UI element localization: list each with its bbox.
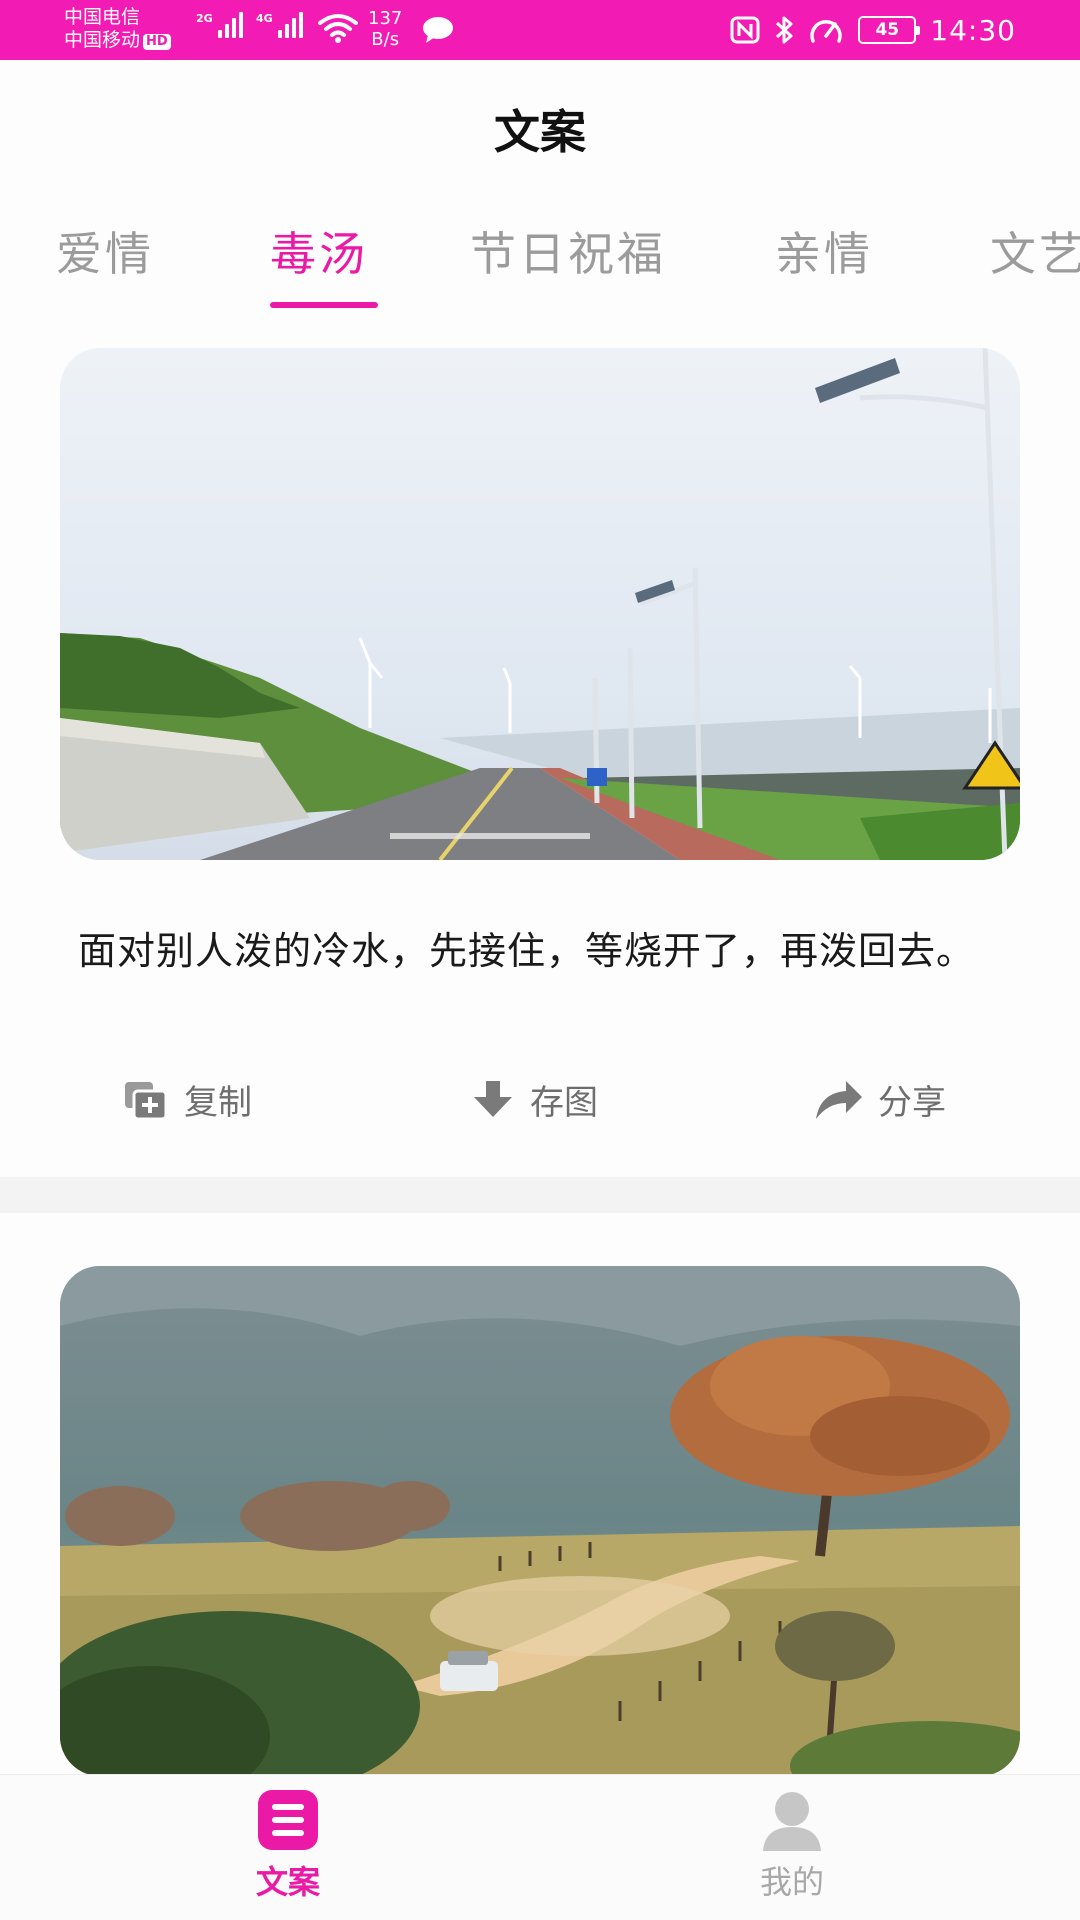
net-speed: 137 B/s xyxy=(368,8,402,50)
bluetooth-icon xyxy=(774,15,794,45)
bottom-nav: 文案 我的 xyxy=(0,1774,1080,1920)
signal-1-tag: 2G xyxy=(196,12,213,25)
tab-love[interactable]: 爱情 xyxy=(56,218,154,284)
copy-icon xyxy=(122,1079,170,1121)
card-separator xyxy=(0,1177,1080,1213)
hd-badge: HD xyxy=(143,34,171,50)
active-tab-indicator xyxy=(270,302,378,308)
tab-family[interactable]: 亲情 xyxy=(775,218,873,284)
carrier-2-row: 中国移动 HD xyxy=(64,29,171,52)
card-actions: 复制 存图 分享 xyxy=(0,1075,1080,1135)
speedometer-icon xyxy=(808,15,844,45)
copy-label: 复制 xyxy=(184,1083,252,1123)
copy-button[interactable]: 复制 xyxy=(122,1075,252,1124)
card-image-coastal-road[interactable] xyxy=(60,348,1020,860)
signal-icon: 2G xyxy=(196,12,243,38)
card-quote: 面对别人泼的冷水，先接住，等烧开了，再泼回去。 xyxy=(78,929,976,973)
nav-label-copywriting: 文案 xyxy=(255,1863,320,1901)
status-bar: 中国电信 中国移动 HD 2G 4G 137 B/s 45 14:30 xyxy=(0,0,1080,60)
battery-icon: 45 xyxy=(858,16,921,44)
net-speed-value: 137 xyxy=(368,8,403,29)
category-tabs: 爱情 毒汤 节日祝福 亲情 文艺 xyxy=(0,218,1080,318)
carrier-2: 中国移动 xyxy=(64,29,141,51)
clock: 14:30 xyxy=(930,13,1016,47)
share-button[interactable]: 分享 xyxy=(814,1075,946,1124)
share-label: 分享 xyxy=(878,1083,946,1123)
nfc-icon xyxy=(730,16,760,44)
share-icon xyxy=(814,1079,864,1121)
message-icon xyxy=(422,16,454,48)
save-image-button[interactable]: 存图 xyxy=(470,1075,598,1124)
nav-tab-copywriting[interactable]: 文案 xyxy=(208,1789,368,1903)
net-speed-unit: B/s xyxy=(371,29,400,50)
document-list-icon xyxy=(208,1789,368,1851)
download-icon xyxy=(470,1079,516,1121)
tab-poison-soup[interactable]: 毒汤 xyxy=(270,218,368,284)
nav-tab-mine[interactable]: 我的 xyxy=(712,1789,872,1903)
save-image-label: 存图 xyxy=(530,1083,598,1123)
page-title: 文案 xyxy=(494,105,586,159)
signal-icon: 4G xyxy=(256,12,303,38)
carrier-1: 中国电信 xyxy=(64,6,141,28)
app-screen: 中国电信 中国移动 HD 2G 4G 137 B/s 45 14:30 文案 爱… xyxy=(0,0,1080,1920)
tab-holiday-wishes[interactable]: 节日祝福 xyxy=(470,218,666,284)
user-icon xyxy=(712,1789,872,1851)
status-right: 45 14:30 xyxy=(730,0,1016,60)
nav-label-mine: 我的 xyxy=(759,1863,824,1901)
signal-2-tag: 4G xyxy=(256,12,273,25)
tab-literary[interactable]: 文艺 xyxy=(990,218,1080,284)
card-image-savanna-road[interactable] xyxy=(60,1266,1020,1776)
wifi-icon xyxy=(318,12,358,48)
carrier-info: 中国电信 中国移动 HD xyxy=(64,6,171,52)
